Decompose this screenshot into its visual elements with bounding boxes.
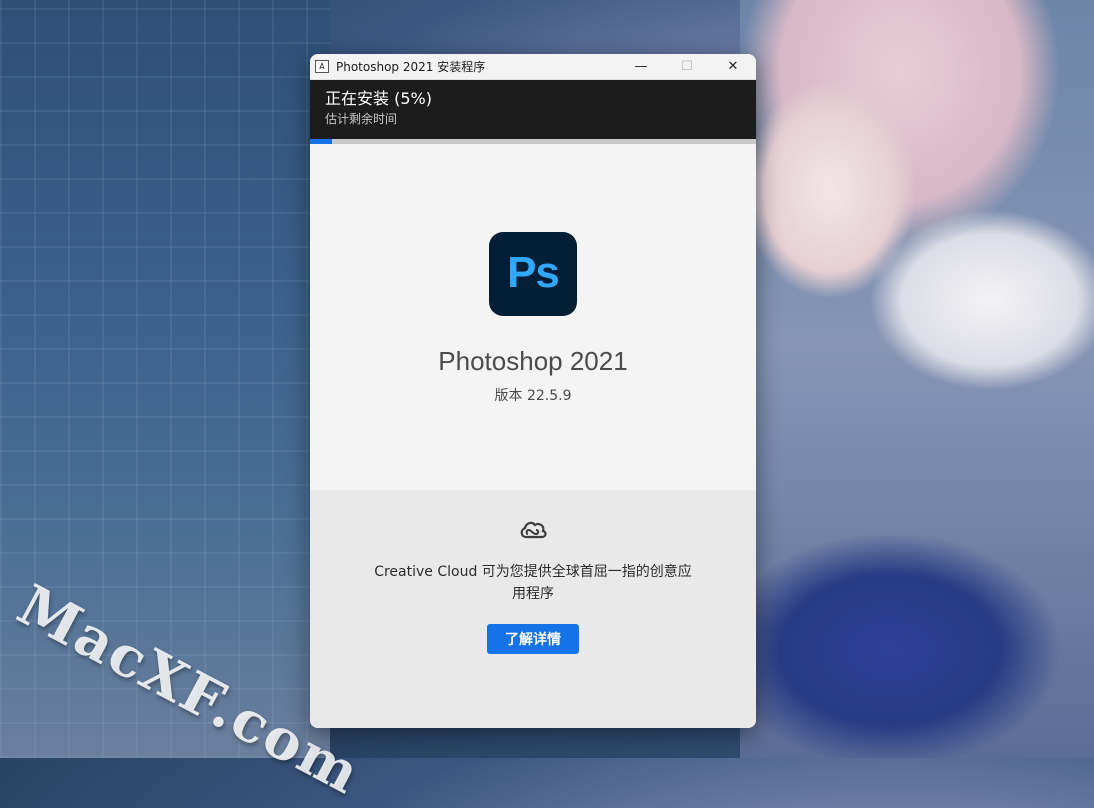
photoshop-logo-icon: Ps — [489, 232, 577, 316]
maximize-button[interactable]: ☐ — [664, 54, 710, 79]
progress-bar-fill — [310, 139, 333, 144]
install-status-title: 正在安装 (5%) — [325, 89, 432, 108]
product-name: Photoshop 2021 — [438, 346, 628, 376]
window-title: Photoshop 2021 安装程序 — [336, 60, 486, 74]
creative-cloud-icon — [520, 521, 547, 539]
product-panel: Ps Photoshop 2021 版本 22.5.9 — [310, 144, 756, 490]
promo-text: Creative Cloud 可为您提供全球首屈一指的创意应用程序 — [374, 564, 692, 602]
time-remaining-text: 估计剩余时间 — [325, 112, 398, 126]
title-bar[interactable]: A Photoshop 2021 安装程序 — ☐ ✕ — [310, 54, 756, 80]
creative-cloud-promo: Creative Cloud 可为您提供全球首屈一指的创意应用程序 了解详情 — [310, 490, 756, 728]
product-version: 版本 22.5.9 — [494, 388, 572, 404]
progress-bar — [310, 139, 756, 144]
minimize-button[interactable]: — — [618, 54, 664, 79]
desktop-wallpaper-right — [740, 0, 1094, 758]
adobe-app-icon: A — [315, 60, 329, 73]
install-status-band: 正在安装 (5%) 估计剩余时间 — [310, 80, 756, 139]
installer-window: A Photoshop 2021 安装程序 — ☐ ✕ 正在安装 (5%) 估计… — [310, 54, 756, 728]
learn-more-button[interactable]: 了解详情 — [487, 624, 579, 654]
photoshop-logo-text: Ps — [507, 248, 560, 297]
close-button[interactable]: ✕ — [710, 54, 756, 79]
